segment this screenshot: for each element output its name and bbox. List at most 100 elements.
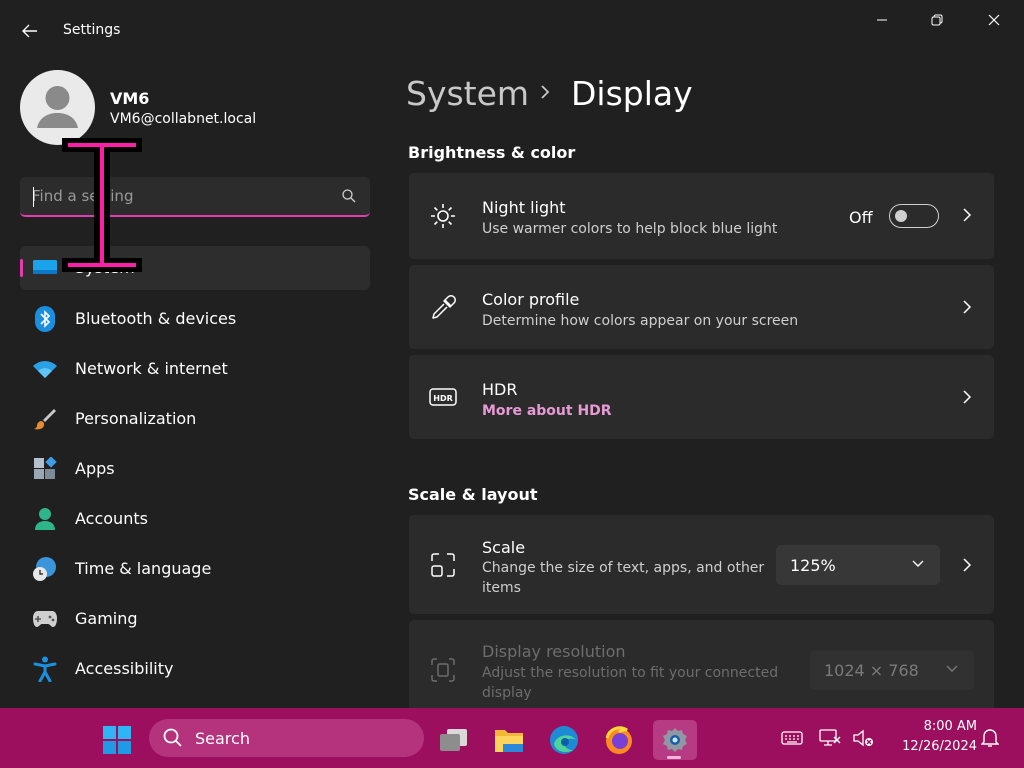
chevron-right-icon [963,390,972,404]
task-view-icon [440,729,467,751]
scale-icon [429,551,457,579]
active-app-indicator [667,756,681,759]
sidebar-item-label: Accessibility [75,659,174,678]
hdr-icon: HDR [429,383,457,411]
minimize-button[interactable] [860,6,904,34]
chevron-right-icon [963,300,972,314]
volume-muted-icon [853,729,873,747]
settings-icon [663,728,687,752]
breadcrumb-parent[interactable]: System [406,74,529,113]
dropdown-value: 125% [790,556,836,575]
text-cursor-icon [62,138,142,272]
restore-icon [931,14,943,26]
sidebar-item-network[interactable]: Network & internet [20,347,370,391]
restore-button[interactable] [915,6,959,34]
sidebar-item-label: Bluetooth & devices [75,309,237,328]
firefox-button[interactable] [599,720,639,760]
night-light-card[interactable]: Night light Use warmer colors to help bl… [409,173,994,259]
sidebar-item-apps[interactable]: Apps [20,447,370,491]
close-icon [988,14,1000,26]
time-language-icon [32,556,58,582]
task-view-button[interactable] [434,720,474,760]
sidebar-item-accounts[interactable]: Accounts [20,497,370,541]
scale-card[interactable]: Scale Change the size of text, apps, and… [409,515,994,614]
card-description: Change the size of text, apps, and other… [482,560,765,596]
sidebar-item-personalization[interactable]: Personalization [20,397,370,441]
minimize-icon [877,19,887,21]
chevron-down-icon [946,665,958,672]
start-button[interactable] [97,720,137,760]
network-disconnected-icon [819,729,841,746]
back-arrow-icon [22,24,37,38]
sidebar-item-label: Personalization [75,409,197,428]
chevron-right-icon [963,208,972,222]
title-bar: Settings [0,0,1024,60]
card-description: Adjust the resolution to fit your connec… [482,665,779,701]
card-title: HDR [482,380,518,399]
card-title: Display resolution [482,642,626,661]
text-caret [33,187,34,207]
firefox-icon [605,726,632,754]
chevron-down-icon [912,560,924,567]
section-title-brightness: Brightness & color [408,143,576,162]
keyboard-icon [781,731,803,745]
sidebar-item-bluetooth[interactable]: Bluetooth & devices [20,297,370,341]
search-icon[interactable] [342,189,356,203]
file-explorer-icon [495,730,523,752]
toggle-state-label: Off [849,208,873,227]
edge-icon [550,726,578,754]
profile-name: VM6 [110,89,150,108]
card-description: Use warmer colors to help block blue lig… [482,221,778,237]
more-about-hdr-link[interactable]: More about HDR [482,401,612,421]
bell-icon [981,729,999,747]
start-icon [103,726,131,754]
card-title: Color profile [482,290,580,309]
page-title: Display [571,74,693,113]
volume-tray-button[interactable] [851,726,875,750]
settings-taskbar-button[interactable] [653,720,697,760]
sidebar-item-label: Time & language [75,559,212,578]
sidebar-item-label: Network & internet [75,359,228,378]
selection-indicator [20,259,23,277]
chevron-right-icon [541,85,550,99]
app-title: Settings [63,22,121,38]
resolution-icon [429,656,457,684]
network-tray-button[interactable] [818,726,842,750]
taskbar: Search 8:00 AM 12/26/2024 [0,708,1024,768]
close-button[interactable] [972,6,1016,34]
brush-icon [32,406,58,432]
brightness-icon [429,202,457,230]
svg-text:HDR: HDR [433,394,453,403]
gamepad-icon [32,606,58,632]
taskbar-search-label: Search [195,729,250,748]
sidebar-item-label: Apps [75,459,115,478]
taskbar-search[interactable]: Search [149,719,424,757]
bluetooth-icon [32,306,58,332]
section-title-scale-layout: Scale & layout [408,485,538,504]
sidebar-item-gaming[interactable]: Gaming [20,597,370,641]
toggle-knob [895,210,907,222]
sidebar-item-accessibility[interactable]: Accessibility [20,647,370,691]
color-profile-card[interactable]: Color profile Determine how colors appea… [409,265,994,349]
sidebar-item-label: Gaming [75,609,138,628]
eyedropper-icon [429,294,457,322]
edge-button[interactable] [544,720,584,760]
dropdown-value: 1024 × 768 [824,661,919,680]
keyboard-tray-button[interactable] [780,726,804,750]
notifications-button[interactable] [978,726,1002,750]
accounts-icon [32,506,58,532]
card-title: Night light [482,198,566,217]
clock-date[interactable]: 12/26/2024 [885,739,977,754]
file-explorer-button[interactable] [489,720,529,760]
back-button[interactable] [14,18,46,44]
hdr-card[interactable]: HDR HDR More about HDR [409,355,994,439]
card-title: Scale [482,538,526,557]
sidebar-item-label: Accounts [75,509,148,528]
scale-dropdown[interactable]: 125% [776,545,940,585]
apps-icon [32,456,58,482]
resolution-dropdown: 1024 × 768 [810,650,974,690]
search-icon [163,728,182,747]
sidebar-item-time-language[interactable]: Time & language [20,547,370,591]
night-light-toggle[interactable] [889,204,939,228]
clock-time[interactable]: 8:00 AM [905,719,977,734]
